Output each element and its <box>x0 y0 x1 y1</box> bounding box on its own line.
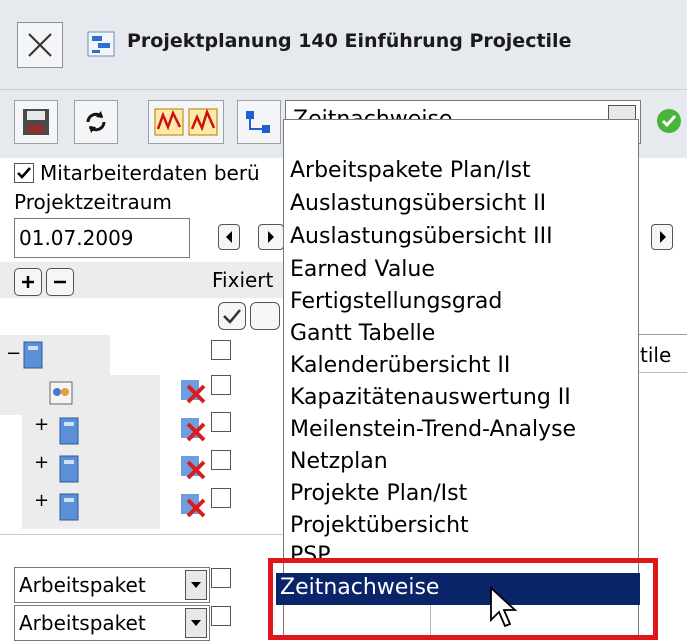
book-icon <box>59 417 79 445</box>
floppy-disk-icon <box>23 109 49 135</box>
annotation-highlight-frame <box>268 558 658 640</box>
collapse-toggle-icon[interactable]: − <box>6 343 21 364</box>
period-next-button[interactable] <box>258 224 284 250</box>
book-icon <box>59 493 79 521</box>
team-icon <box>49 381 73 405</box>
checkmark-icon <box>17 167 31 179</box>
employee-data-label: Mitarbeiterdaten berü <box>40 161 260 185</box>
grid-line <box>0 534 283 535</box>
dropdown-item[interactable]: Projekte Plan/Ist <box>286 479 636 509</box>
type-select-toggle[interactable] <box>185 570 207 600</box>
plus-icon <box>22 276 34 288</box>
expand-toggle-icon[interactable]: + <box>34 452 49 473</box>
dropdown-item[interactable]: Gantt Tabelle <box>286 319 636 349</box>
period-prev-button[interactable] <box>218 224 240 250</box>
type-select-value: Arbeitspaket <box>19 573 146 597</box>
refresh-button[interactable] <box>74 100 118 144</box>
arrow-left-icon <box>226 231 232 243</box>
remove-user-icon[interactable] <box>178 376 208 406</box>
dropdown-item[interactable]: Netzplan <box>286 447 636 477</box>
expand-toggle-icon[interactable]: + <box>34 414 49 435</box>
expand-toggle-icon[interactable]: + <box>34 490 49 511</box>
type-select[interactable]: Arbeitspaket <box>14 567 210 603</box>
checkmark-icon <box>223 309 241 324</box>
arrow-right-icon <box>660 231 666 243</box>
row-fixed-checkbox[interactable] <box>211 488 231 508</box>
minus-icon <box>54 280 66 284</box>
grid-line <box>636 334 687 335</box>
chevron-down-icon <box>191 620 201 626</box>
chart-buttons[interactable] <box>148 100 224 144</box>
remove-user-icon[interactable] <box>178 490 208 520</box>
type-select-value: Arbeitspaket <box>19 611 146 635</box>
project-planning-icon <box>87 31 115 57</box>
remove-user-icon[interactable] <box>178 452 208 482</box>
expand-all-button[interactable] <box>14 268 42 296</box>
collapse-all-button[interactable] <box>46 268 74 296</box>
period-end-next-button[interactable] <box>651 224 673 250</box>
network-button[interactable] <box>237 100 281 144</box>
check-circle-icon[interactable] <box>654 104 684 138</box>
dropdown-item[interactable]: Kapazitätenauswertung II <box>286 383 636 413</box>
dropdown-item[interactable]: Auslastungsübersicht II <box>286 189 636 219</box>
project-period-label: Projektzeitraum <box>14 190 172 214</box>
unfix-all-button[interactable] <box>250 302 280 330</box>
dropdown-item[interactable]: Meilenstein-Trend-Analyse <box>286 415 636 445</box>
row-fixed-checkbox[interactable] <box>211 375 231 395</box>
dropdown-item[interactable]: Earned Value <box>286 255 636 285</box>
row-fixed-checkbox[interactable] <box>211 340 231 360</box>
network-plan-icon <box>246 111 270 133</box>
dropdown-item[interactable]: Projektübersicht <box>286 511 636 541</box>
dropdown-item[interactable]: Kalenderübersicht II <box>286 351 636 381</box>
arrow-right-icon <box>268 231 274 243</box>
refresh-icon <box>86 111 106 133</box>
fixed-column-label: Fixiert <box>212 268 274 292</box>
row-fixed-checkbox[interactable] <box>211 412 231 432</box>
book-icon <box>59 455 79 483</box>
close-button[interactable] <box>17 22 63 68</box>
grid-line <box>636 372 687 373</box>
save-button[interactable] <box>14 100 58 144</box>
close-icon <box>28 33 52 57</box>
row-fixed-checkbox[interactable] <box>211 450 231 470</box>
row-fixed-checkbox[interactable] <box>211 606 231 626</box>
type-select-toggle[interactable] <box>185 608 207 638</box>
dropdown-item[interactable]: Auslastungsübersicht III <box>286 222 636 252</box>
start-date-input[interactable]: 01.07.2009 <box>14 218 190 258</box>
line-chart-icon <box>154 108 218 136</box>
remove-user-icon[interactable] <box>178 414 208 444</box>
tree-row-team[interactable] <box>0 375 160 415</box>
dropdown-item[interactable]: Arbeitspakete Plan/Ist <box>286 156 636 186</box>
chevron-down-icon <box>191 582 201 588</box>
mouse-pointer-icon <box>490 586 518 628</box>
dropdown-item[interactable]: Fertigstellungsgrad <box>286 287 636 317</box>
start-date-value: 01.07.2009 <box>19 226 134 250</box>
type-select[interactable]: Arbeitspaket <box>14 605 210 641</box>
row-fixed-checkbox[interactable] <box>211 568 231 588</box>
window-title: Projektplanung 140 Einführung Projectile <box>127 30 572 52</box>
fix-all-button[interactable] <box>218 302 246 330</box>
cell-fragment-text: tile <box>640 343 672 367</box>
book-icon <box>23 341 43 369</box>
employee-data-checkbox[interactable] <box>14 163 34 183</box>
